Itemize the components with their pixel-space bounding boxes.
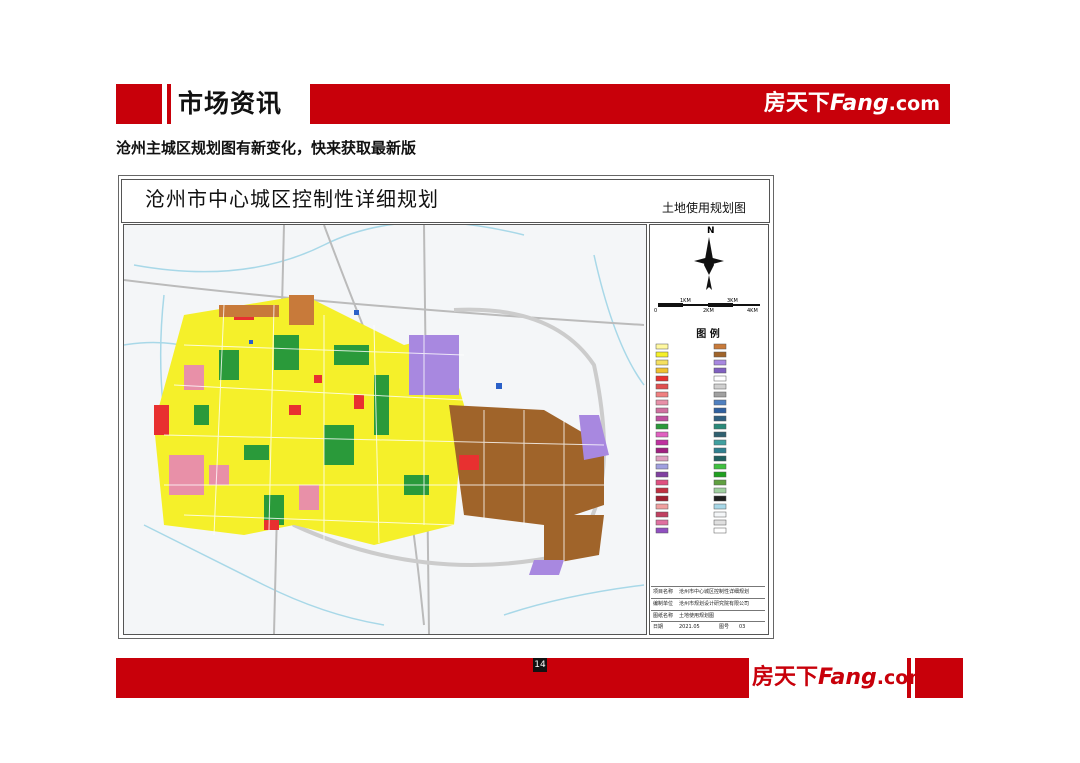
scale-0: 0: [654, 308, 658, 314]
header-accent-stripe: [167, 84, 171, 124]
info-value-2: 03: [739, 624, 746, 630]
info-label: 图纸名称: [653, 613, 674, 619]
info-row-org: 编制单位 沧州市规划设计研究院有限公司: [651, 598, 765, 609]
info-row-drawing: 图纸名称 土地使用规划图: [651, 610, 765, 621]
scale-1: 1KM: [680, 298, 691, 304]
info-label: 项目名称: [653, 589, 674, 595]
info-label-2: 图号: [719, 624, 730, 630]
info-row-project: 项目名称 沧州市中心城区控制性详细规划: [651, 586, 765, 597]
section-title: 市场资讯: [178, 89, 283, 118]
info-value: 沧州市规划设计研究院有限公司: [679, 601, 750, 607]
logo-en: Fang: [829, 91, 889, 116]
header-accent-block: [116, 84, 162, 124]
logo-suffix: .com: [888, 93, 940, 115]
info-label: 日期: [653, 624, 664, 630]
land-use-map: [123, 224, 647, 635]
page-subtitle: 沧州主城区规划图有新变化，快来获取最新版: [116, 139, 417, 157]
scale-3: 3KM: [727, 298, 738, 304]
map-subtitle: 土地使用规划图: [662, 201, 747, 215]
legend-swatch-grid: [655, 343, 727, 534]
info-label: 编制单位: [653, 601, 674, 607]
footer-accent-stripe: [907, 658, 911, 698]
footer-bar: [116, 658, 749, 698]
info-value: 2021.05: [679, 624, 700, 630]
logo-cn: 房天下: [763, 91, 830, 116]
land-use-map-graphic: [124, 225, 645, 634]
page-number: 14: [533, 658, 547, 672]
logo-en: Fang: [818, 665, 877, 690]
logo-cn: 房天下: [752, 665, 819, 690]
scale-2: 2KM: [703, 308, 714, 314]
north-label: N: [707, 226, 715, 236]
legend-title: 图 例: [696, 329, 720, 340]
scale-4: 4KM: [747, 308, 758, 314]
info-value: 沧州市中心城区控制性详细规划: [679, 589, 750, 595]
map-title: 沧州市中心城区控制性详细规划: [145, 187, 439, 211]
info-value: 土地使用规划图: [679, 613, 715, 619]
fang-logo-header: 房天下Fang.com: [764, 84, 940, 125]
info-row-date: 日期 2021.05 图号 03: [651, 621, 765, 632]
fang-logo-footer: 房天下Fang.com: [752, 658, 928, 699]
footer-accent-block: [915, 658, 963, 698]
legend-swatches: [654, 342, 764, 542]
